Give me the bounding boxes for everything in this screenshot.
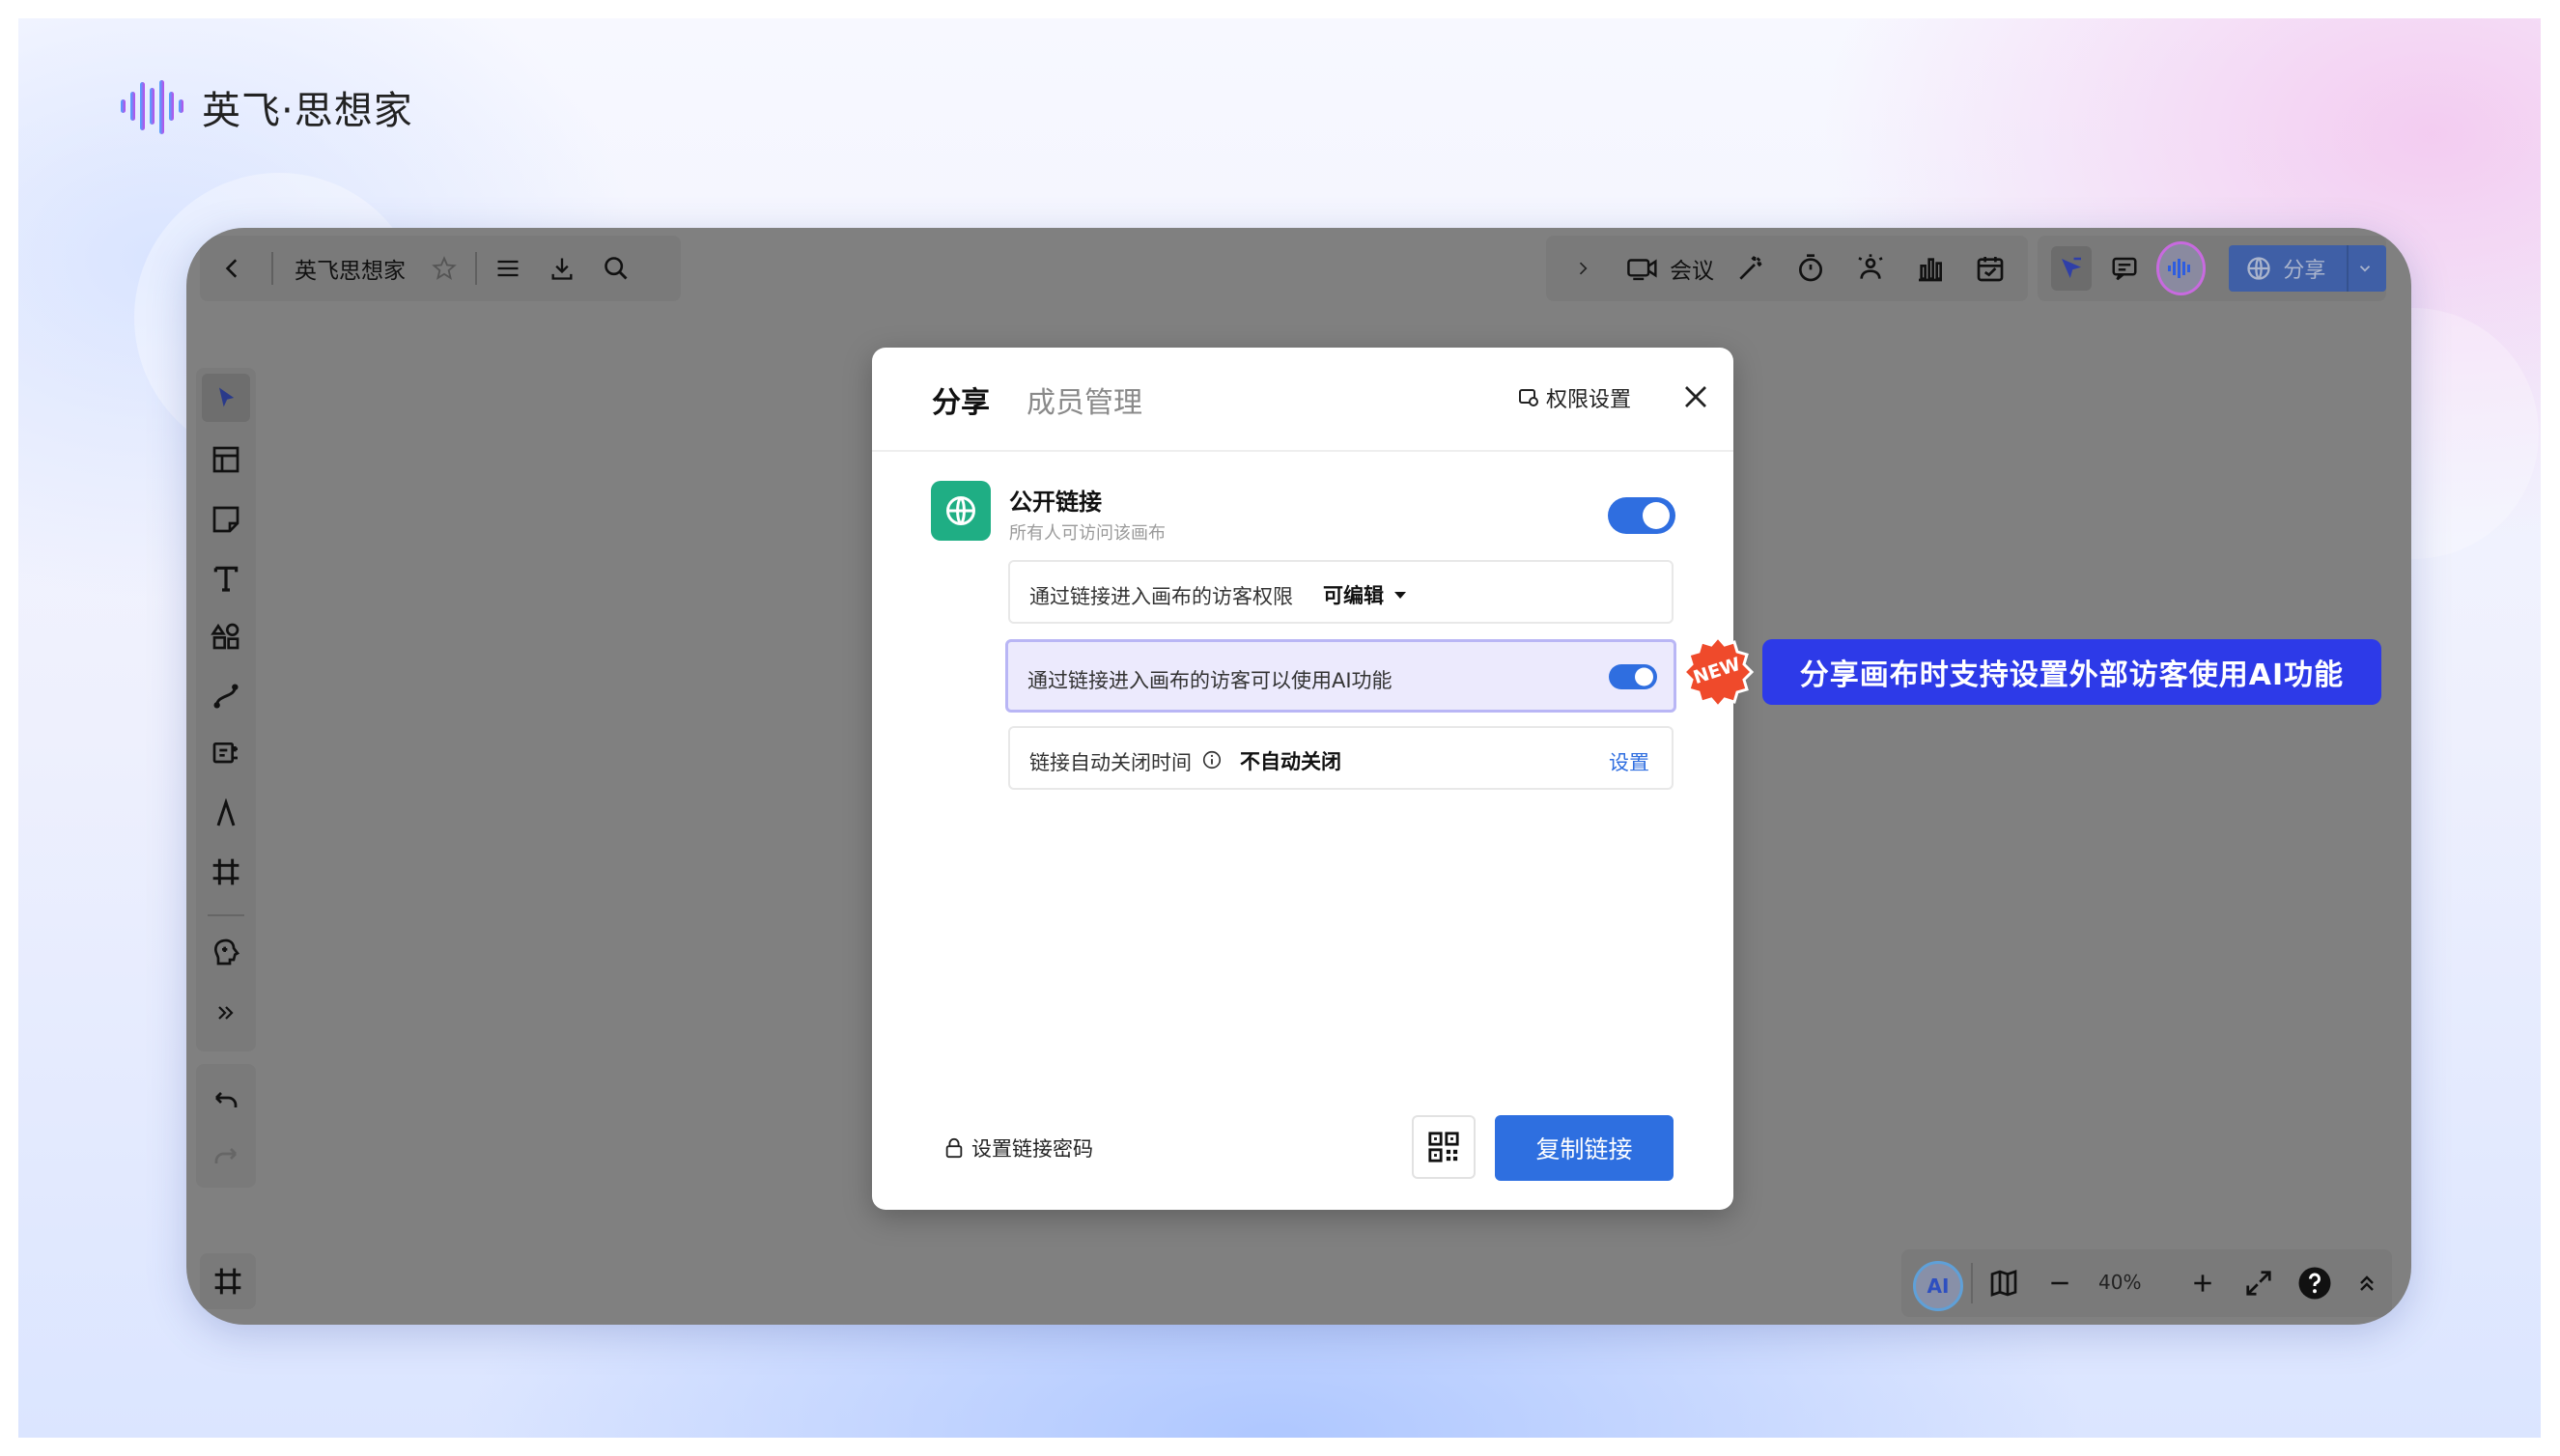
voice-icon[interactable] (2155, 241, 2207, 295)
toggle-knob (1643, 502, 1670, 529)
auto-close-row: 链接自动关闭时间 不自动关闭 设置 (1008, 726, 1674, 790)
ai-icon-glyph: AI (1927, 1274, 1950, 1298)
auto-close-label: 链接自动关闭时间 (1029, 751, 1192, 774)
globe-icon (2244, 254, 2273, 283)
more-icon[interactable] (207, 994, 245, 1032)
soundwave-logo-icon (121, 80, 183, 134)
divider (2347, 245, 2349, 292)
tab-share[interactable]: 分享 (932, 378, 990, 421)
redo-icon[interactable] (207, 1139, 245, 1178)
visitor-ai-row: 通过链接进入画布的访客可以使用AI功能 (1005, 639, 1676, 713)
feature-callout: 分享画布时支持设置外部访客使用AI功能 (1762, 639, 2381, 705)
chevron-down-icon[interactable] (2350, 249, 2379, 288)
visitor-permission-value: 可编辑 (1323, 584, 1384, 607)
visitor-permission-select[interactable]: 可编辑 (1323, 580, 1407, 609)
globe-icon (946, 496, 975, 525)
visitor-permission-label: 通过链接进入画布的访客权限 (1029, 585, 1293, 608)
share-dialog: 分享 成员管理 权限设置 公开链接 所有人可访问该画布 通过链接进入画布的访客权… (872, 348, 1733, 1210)
laser-pointer-icon[interactable] (2051, 246, 2093, 291)
permission-settings-label: 权限设置 (1546, 388, 1632, 412)
close-icon[interactable] (1681, 382, 1710, 411)
search-icon[interactable] (597, 249, 635, 288)
help-icon[interactable] (2295, 1264, 2334, 1302)
frame-list-button[interactable] (200, 1253, 256, 1309)
share-button[interactable]: 分享 (2229, 245, 2386, 292)
doc-title[interactable]: 英飞思想家 (295, 252, 406, 285)
visitor-permission-row: 通过链接进入画布的访客权限 可编辑 (1008, 560, 1674, 624)
auto-close-value: 不自动关闭 (1240, 750, 1341, 773)
auto-close-settings-link[interactable]: 设置 (1609, 747, 1649, 776)
settings-shield-icon (1519, 389, 1538, 406)
public-link-title: 公开链接 (1009, 489, 1102, 516)
collab-toolbar: 会议 (1546, 236, 2028, 301)
map-icon[interactable] (1984, 1264, 2023, 1302)
text-icon[interactable] (207, 559, 245, 598)
ai-icon[interactable]: AI (1913, 1261, 1963, 1311)
share-label: 分享 (2283, 259, 2326, 283)
top-left-toolbar: 英飞思想家 (200, 236, 681, 301)
public-link-subtitle: 所有人可访问该画布 (1009, 523, 1166, 544)
connector-icon[interactable] (207, 677, 245, 715)
layout-icon[interactable] (207, 440, 245, 479)
zoom-toolbar: AI 40% (1901, 1249, 2392, 1317)
frame-icon[interactable] (207, 853, 245, 891)
divider (475, 252, 477, 285)
permission-settings-button[interactable]: 权限设置 (1517, 382, 1631, 413)
back-icon[interactable] (213, 249, 252, 288)
sticky-note-icon[interactable] (207, 500, 245, 539)
divider (271, 252, 273, 285)
toggle-knob (1635, 667, 1653, 686)
copy-link-button[interactable]: 复制链接 (1495, 1115, 1674, 1181)
divider (1971, 1263, 1973, 1303)
undo-icon[interactable] (207, 1083, 245, 1122)
set-password-label: 设置链接密码 (971, 1137, 1093, 1161)
tab-members[interactable]: 成员管理 (1027, 378, 1142, 421)
chevron-right-icon[interactable] (1563, 249, 1602, 288)
qr-code-button[interactable] (1412, 1115, 1476, 1179)
mindmap-icon[interactable] (207, 735, 245, 773)
video-icon[interactable] (1623, 249, 1662, 288)
lock-icon (945, 1137, 963, 1159)
magic-wand-icon[interactable] (1731, 249, 1770, 288)
menu-icon[interactable] (489, 249, 527, 288)
history-toolbar (196, 1064, 256, 1188)
frame-icon (214, 1268, 241, 1295)
visitor-ai-label: 通过链接进入画布的访客可以使用AI功能 (1027, 669, 1393, 692)
public-link-icon (931, 481, 991, 541)
left-toolbar (196, 368, 256, 1051)
zoom-in-icon[interactable] (2183, 1264, 2222, 1302)
brain-icon[interactable] (207, 933, 245, 971)
fullscreen-icon[interactable] (2239, 1264, 2278, 1302)
meeting-label[interactable]: 会议 (1670, 252, 1714, 285)
new-badge: NEW (1679, 633, 1757, 711)
chart-icon[interactable] (1911, 249, 1950, 288)
zoom-out-icon[interactable] (2040, 1264, 2079, 1302)
dialog-header: 分享 成员管理 权限设置 (872, 348, 1733, 452)
caret-down-icon (1394, 592, 1406, 599)
shapes-icon[interactable] (207, 617, 245, 656)
zoom-level[interactable]: 40% (2098, 1271, 2141, 1294)
calendar-icon[interactable] (1971, 249, 2010, 288)
comment-icon[interactable] (2107, 249, 2143, 288)
visitor-ai-toggle[interactable] (1609, 664, 1657, 689)
slide-background: 英飞·思想家 英飞思想家 会议 分享 AI 40% 分享 成员管理 权限设置 公… (18, 18, 2541, 1438)
info-icon[interactable] (1201, 749, 1223, 770)
set-password-button[interactable]: 设置链接密码 (944, 1134, 1093, 1162)
timer-icon[interactable] (1791, 249, 1830, 288)
star-icon[interactable] (425, 249, 464, 288)
public-link-toggle[interactable] (1608, 497, 1675, 534)
cursor-icon[interactable] (202, 374, 250, 422)
divider (208, 914, 244, 916)
qr-code-icon (1428, 1132, 1459, 1162)
brand-logo: 英飞·思想家 (119, 78, 413, 136)
brand-name: 英飞·思想家 (202, 89, 413, 133)
pen-icon[interactable] (207, 795, 245, 833)
collapse-icon[interactable] (2348, 1264, 2386, 1302)
vote-icon[interactable] (1851, 249, 1890, 288)
presence-toolbar: 分享 (2038, 236, 2386, 301)
download-icon[interactable] (543, 249, 581, 288)
